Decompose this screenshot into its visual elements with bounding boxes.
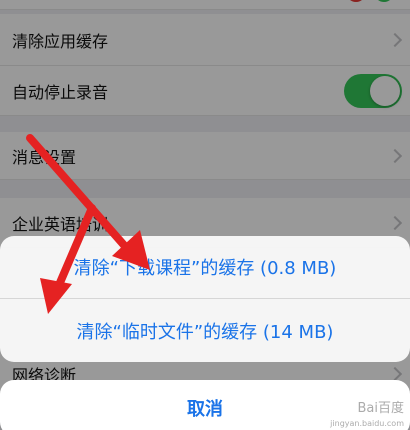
baidu-watermark-url: jingyan.baidu.com: [330, 419, 404, 428]
modal-overlay[interactable]: [0, 0, 410, 430]
baidu-watermark: Bai百度: [357, 401, 405, 416]
clear-download-cache-button[interactable]: 清除“下载课程”的缓存 (0.8 MB): [0, 236, 410, 299]
clear-temp-cache-button[interactable]: 清除“临时文件”的缓存 (14 MB): [0, 299, 410, 362]
action-sheet: 清除“下载课程”的缓存 (0.8 MB) 清除“临时文件”的缓存 (14 MB): [0, 236, 410, 362]
